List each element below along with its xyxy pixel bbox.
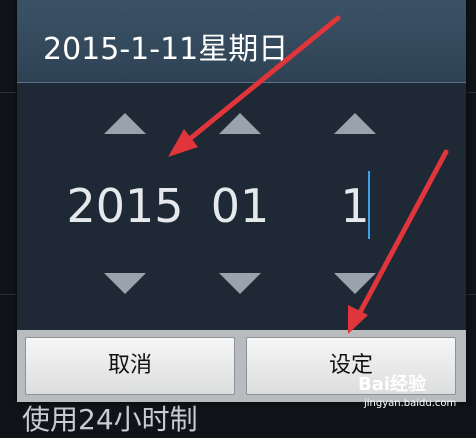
red-arrow-icon bbox=[348, 149, 449, 334]
annotation-overlay bbox=[168, 15, 449, 334]
red-arrow-icon bbox=[168, 15, 341, 157]
